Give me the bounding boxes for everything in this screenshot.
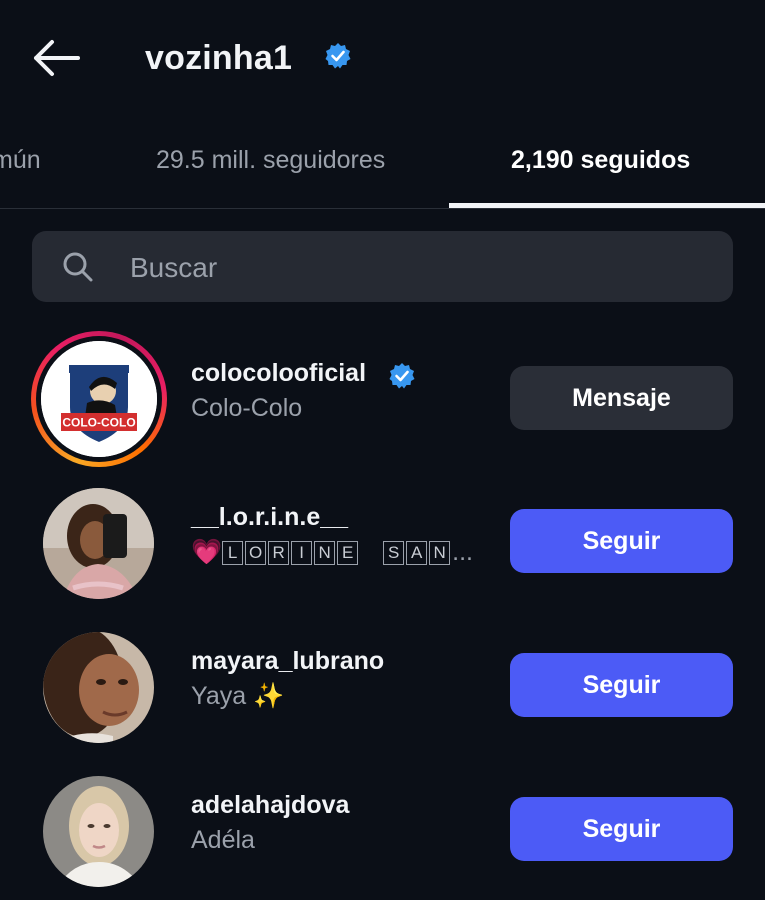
username[interactable]: adelahajdova bbox=[191, 791, 349, 820]
display-name: 💗 L O R I N E S A N... bbox=[191, 538, 473, 567]
display-name: Adéla bbox=[191, 826, 255, 854]
avatar[interactable] bbox=[43, 776, 154, 887]
list-item[interactable]: mayara_lubrano Yaya ✨ Seguir bbox=[0, 624, 765, 754]
follow-button[interactable]: Seguir bbox=[510, 509, 733, 573]
active-tab-indicator bbox=[449, 203, 765, 208]
list-item[interactable]: adelahajdova Adéla Seguir bbox=[0, 768, 765, 898]
tab-followers[interactable]: 29.5 mill. seguidores bbox=[156, 142, 385, 178]
avatar[interactable]: COLO-COLO bbox=[41, 341, 157, 457]
username[interactable]: mayara_lubrano bbox=[191, 647, 384, 676]
username[interactable]: __l.o.r.i.n.e__ bbox=[191, 503, 348, 532]
follow-button[interactable]: Seguir bbox=[510, 797, 733, 861]
back-arrow-icon[interactable] bbox=[30, 38, 82, 78]
follow-button[interactable]: Seguir bbox=[510, 653, 733, 717]
list-item[interactable]: COLO-COLO colocolooficial Colo-Colo Mens… bbox=[0, 331, 765, 467]
tab-mutual[interactable]: mún bbox=[0, 142, 41, 178]
verified-badge-icon bbox=[324, 42, 352, 70]
boxed-name: LORINE SAN bbox=[222, 538, 452, 567]
profile-title: vozinha1 bbox=[145, 39, 293, 77]
tab-following[interactable]: 2,190 seguidos bbox=[511, 142, 690, 178]
club-logo-text: COLO-COLO bbox=[62, 416, 135, 430]
verified-badge-icon bbox=[388, 362, 416, 390]
username[interactable]: colocolooficial bbox=[191, 359, 366, 388]
search-bar[interactable] bbox=[32, 231, 733, 304]
follow-tabs: mún 29.5 mill. seguidores 2,190 seguidos bbox=[0, 120, 765, 209]
avatar[interactable] bbox=[43, 632, 154, 743]
search-input[interactable] bbox=[128, 231, 692, 304]
display-name: Colo-Colo bbox=[191, 394, 303, 422]
search-icon bbox=[62, 251, 94, 283]
list-item[interactable]: __l.o.r.i.n.e__ 💗 L O R I N E S A N... Seguir bbox=[0, 480, 765, 610]
display-name: Yaya ✨ bbox=[191, 682, 285, 710]
avatar[interactable] bbox=[43, 488, 154, 599]
heart-emoji: 💗 bbox=[191, 538, 223, 566]
ellipsis: ... bbox=[452, 538, 473, 566]
message-button[interactable]: Mensaje bbox=[510, 366, 733, 430]
top-bar: vozinha1 bbox=[0, 0, 765, 115]
